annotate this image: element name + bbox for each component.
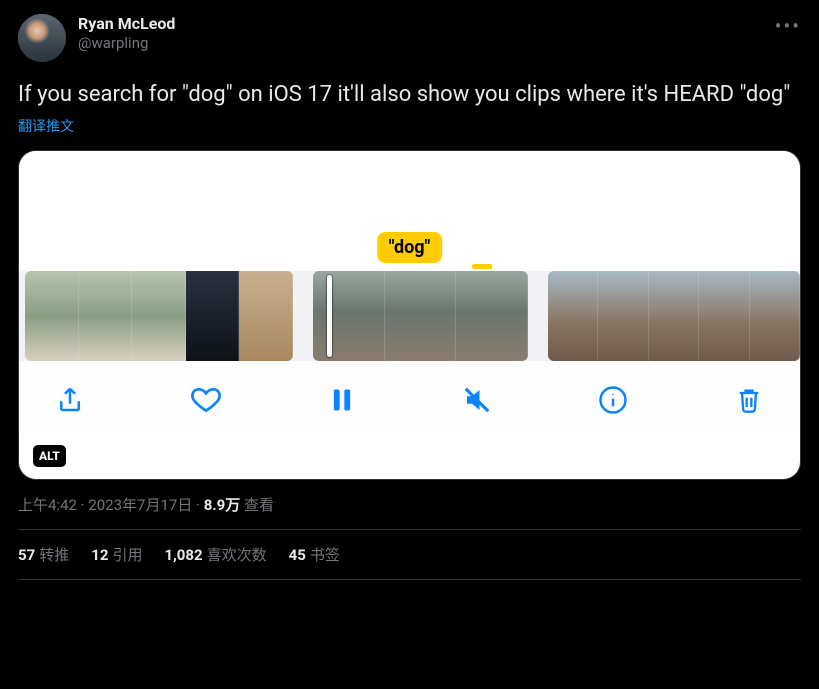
heart-icon[interactable] <box>189 383 223 417</box>
clip-thumbnail[interactable] <box>548 271 800 361</box>
handle: @warpling <box>78 34 175 53</box>
stat-retweets[interactable]: 57转推 <box>18 544 69 565</box>
meta-date[interactable]: 2023年7月17日 <box>88 496 192 514</box>
tweet-meta: 上午4:42 · 2023年7月17日 · 8.9万 查看 <box>18 494 801 530</box>
highlight-label: "dog" <box>377 232 443 263</box>
views-count: 8.9万 <box>204 496 241 514</box>
playhead[interactable] <box>327 275 332 357</box>
clip-thumbnail[interactable] <box>313 271 528 361</box>
video-timeline[interactable] <box>19 271 800 361</box>
author-names[interactable]: Ryan McLeod @warpling <box>78 14 175 53</box>
stat-quotes[interactable]: 12引用 <box>91 544 142 565</box>
stat-bookmarks[interactable]: 45书签 <box>289 544 340 565</box>
views-label: 查看 <box>240 496 274 514</box>
media-toolbar <box>19 361 800 433</box>
alt-badge[interactable]: ALT <box>33 445 66 467</box>
tweet-text: If you search for "dog" on iOS 17 it'll … <box>18 80 801 110</box>
clip-thumbnail[interactable] <box>25 271 293 361</box>
tweet-container: Ryan McLeod @warpling ••• If you search … <box>0 0 819 580</box>
tweet-header: Ryan McLeod @warpling ••• <box>18 14 801 62</box>
media-card[interactable]: "dog" <box>18 150 801 480</box>
trash-icon[interactable] <box>732 383 766 417</box>
share-icon[interactable] <box>53 383 87 417</box>
more-icon[interactable]: ••• <box>775 14 801 36</box>
avatar[interactable] <box>18 14 66 62</box>
highlight-tick <box>472 264 492 269</box>
info-icon[interactable] <box>596 383 630 417</box>
pause-icon[interactable] <box>325 383 359 417</box>
translate-link[interactable]: 翻译推文 <box>18 116 74 136</box>
media-top: "dog" <box>19 151 800 271</box>
tweet-stats: 57转推 12引用 1,082喜欢次数 45书签 <box>18 530 801 580</box>
mute-icon[interactable] <box>460 383 494 417</box>
meta-time[interactable]: 上午4:42 <box>18 496 77 514</box>
stat-likes[interactable]: 1,082喜欢次数 <box>164 544 266 565</box>
display-name: Ryan McLeod <box>78 14 175 34</box>
